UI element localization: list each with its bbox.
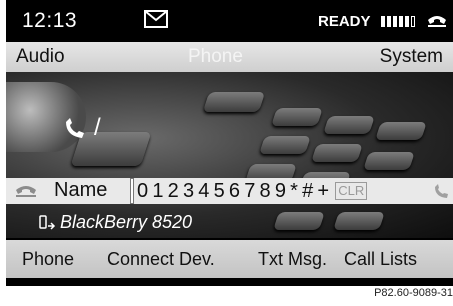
menu-audio[interactable]: Audio (16, 46, 65, 68)
key-plus[interactable]: + (317, 180, 329, 203)
submenu-phone[interactable]: Phone (22, 249, 74, 270)
handset-icon (428, 16, 446, 27)
key-hash[interactable]: # (302, 180, 313, 203)
keypad-key (273, 212, 325, 230)
key-1[interactable]: 1 (152, 180, 163, 203)
dial-icon[interactable] (432, 183, 450, 199)
status-bar: 12:13 READY (6, 0, 453, 42)
keypad-key (271, 108, 323, 126)
keypad-key (363, 152, 415, 170)
head-unit-screen: 12:13 READY Audio Phone System / Name 0 … (6, 0, 453, 286)
key-5[interactable]: 5 (214, 180, 225, 203)
figure-reference: P82.60-9089-31 (374, 287, 453, 299)
clock: 12:13 (22, 9, 78, 32)
connected-device-name: BlackBerry 8520 (60, 212, 193, 232)
menu-system[interactable]: System (380, 46, 443, 68)
keypad-key (202, 92, 266, 112)
name-field-label[interactable]: Name (54, 179, 107, 202)
envelope-icon (144, 10, 168, 28)
character-bar: 0 1 2 3 4 5 6 7 8 9 * # + CLR (130, 178, 368, 204)
key-9[interactable]: 9 (275, 180, 286, 203)
keypad-key (323, 116, 375, 134)
clear-button[interactable]: CLR (335, 182, 368, 200)
hangup-icon[interactable] (14, 184, 38, 198)
key-8[interactable]: 8 (260, 180, 271, 203)
signal-strength-icon (381, 16, 415, 27)
cursor (130, 178, 134, 204)
key-6[interactable]: 6 (229, 180, 240, 203)
bluetooth-phone-icon (39, 215, 56, 230)
ready-status: READY (318, 13, 371, 30)
main-menu-bar: Audio Phone System (6, 42, 453, 72)
key-0[interactable]: 0 (137, 180, 148, 203)
key-star[interactable]: * (290, 180, 298, 203)
keypad-key (311, 144, 363, 162)
key-7[interactable]: 7 (244, 180, 255, 203)
key-2[interactable]: 2 (168, 180, 179, 203)
call-slash: / (94, 114, 101, 141)
submenu-call-lists[interactable]: Call Lists (344, 249, 417, 270)
key-3[interactable]: 3 (183, 180, 194, 203)
submenu-connect-device[interactable]: Connect Dev. (107, 249, 215, 270)
keypad-key (259, 136, 311, 154)
number-entry-row: Name 0 1 2 3 4 5 6 7 8 9 * # + CLR (6, 178, 453, 204)
submenu-text-messages[interactable]: Txt Msg. (258, 249, 327, 270)
keypad-key (375, 122, 427, 140)
key-4[interactable]: 4 (198, 180, 209, 203)
phone-submenu-bar: Phone Connect Dev. Txt Msg. Call Lists (6, 240, 453, 278)
menu-phone[interactable]: Phone (188, 46, 243, 68)
call-icon (66, 118, 84, 138)
keypad-key (333, 212, 385, 230)
